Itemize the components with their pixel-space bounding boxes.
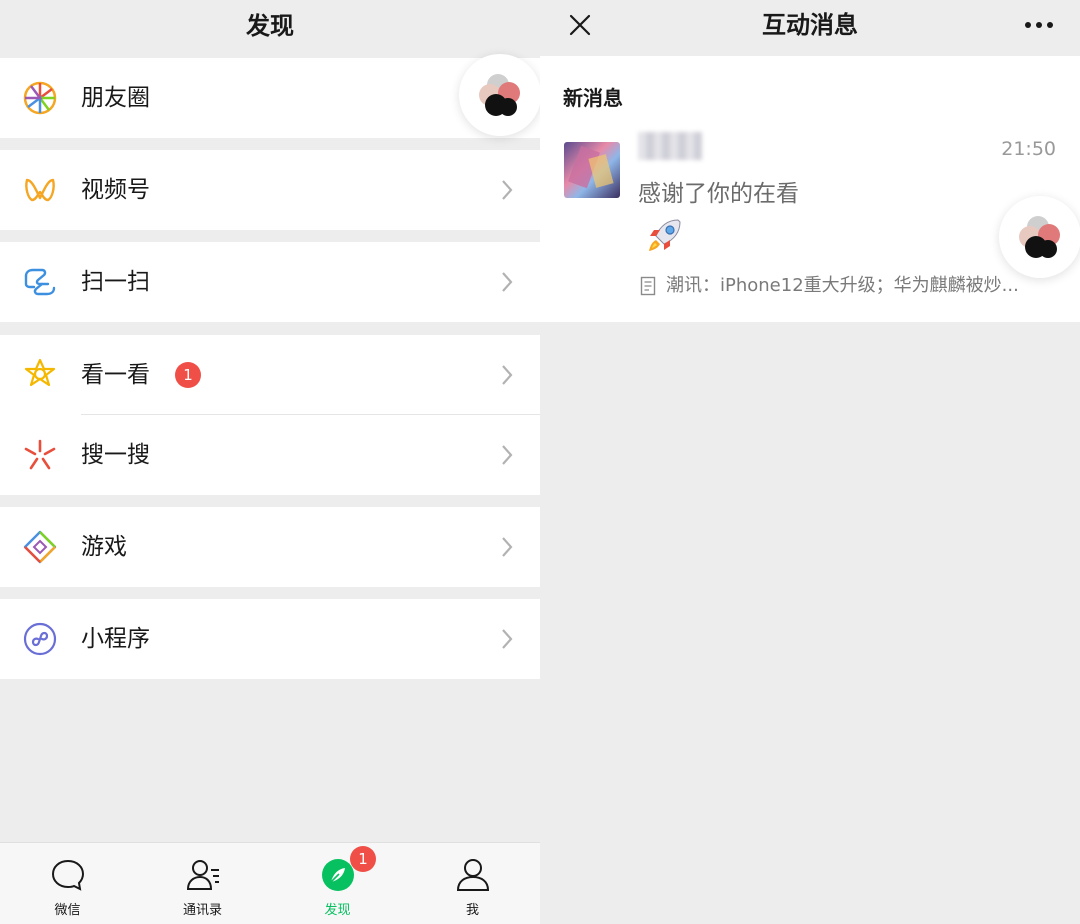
chevron-right-icon [502,272,513,292]
floating-window-button[interactable] [999,196,1080,278]
rocket-icon [649,219,681,251]
top-stories-icon [24,358,56,387]
menu-item-top-stories[interactable]: 看一看 1 [0,335,540,415]
moments-icon [23,81,57,115]
menu-item-label: 视频号 [81,177,150,203]
mini-programs-icon [23,622,57,656]
referenced-article[interactable]: 潮讯：iPhone12重大升级；华为麒麟被炒... [640,272,1060,300]
floating-window-icon [1019,216,1060,258]
chevron-right-icon [502,629,513,649]
menu-item-label: 搜一搜 [81,442,150,468]
menu-item-mini-programs[interactable]: 小程序 [0,599,540,679]
menu-item-label: 游戏 [81,534,127,560]
notification-badge: 1 [175,362,201,388]
section-title: 新消息 [563,86,623,110]
sender-name-blurred[interactable] [638,132,702,160]
tab-discover[interactable]: 发现 [270,843,405,924]
message-text: 感谢了你的在看 [638,181,799,207]
interactive-messages-screen: 互动消息 新消息 21:50 感谢了你的在看 潮讯：iPhone12重大升级；华 [540,0,1080,924]
tab-label: 微信 [54,903,81,918]
floating-window-button[interactable] [459,54,541,136]
games-icon [23,530,57,564]
page-title: 发现 [246,12,294,40]
reference-text: 潮讯：iPhone12重大升级；华为麒麟被炒... [666,275,1019,296]
channels-icon [25,178,55,202]
discover-tab-badge: 1 [350,846,376,872]
message-card[interactable]: 新消息 21:50 感谢了你的在看 潮讯：iPhone12重大升级；华为麒麟被炒… [540,56,1080,322]
me-person-icon [456,859,489,891]
menu-item-label: 朋友圈 [81,85,150,111]
search-icon [24,439,56,470]
bottom-tab-bar: 微信 通讯录 发现 我 [0,842,540,924]
floating-window-icon [479,74,520,116]
menu-item-scan[interactable]: 扫一扫 [0,242,540,322]
page-title: 互动消息 [762,11,858,39]
tab-label: 通讯录 [182,903,222,918]
more-options-icon[interactable] [1024,20,1054,30]
message-time: 21:50 [1001,138,1056,160]
tab-label: 发现 [324,903,351,918]
menu-item-search[interactable]: 搜一搜 [0,415,540,495]
chevron-right-icon [502,537,513,557]
tab-label: 我 [465,903,479,918]
tab-me[interactable]: 我 [405,843,540,924]
discover-screen: 发现 朋友圈 视频号 扫一扫 看一看 1 搜一搜 游戏 小程序 微信 通讯录 发… [0,0,541,924]
menu-item-label: 扫一扫 [81,269,150,295]
avatar[interactable] [564,142,620,198]
menu-item-label: 小程序 [81,626,150,652]
chat-bubble-icon [51,859,84,891]
tab-contacts[interactable]: 通讯录 [135,843,270,924]
document-icon [640,276,656,296]
menu-item-games[interactable]: 游戏 [0,507,540,587]
scan-icon [24,268,56,296]
menu-item-label: 看一看 [81,362,150,388]
menu-item-channels[interactable]: 视频号 [0,150,540,230]
tab-chats[interactable]: 微信 [0,843,135,924]
chevron-right-icon [502,180,513,200]
nav-bar: 互动消息 [540,0,1080,54]
chevron-right-icon [502,365,513,385]
contacts-icon [186,860,219,890]
chevron-right-icon [502,445,513,465]
